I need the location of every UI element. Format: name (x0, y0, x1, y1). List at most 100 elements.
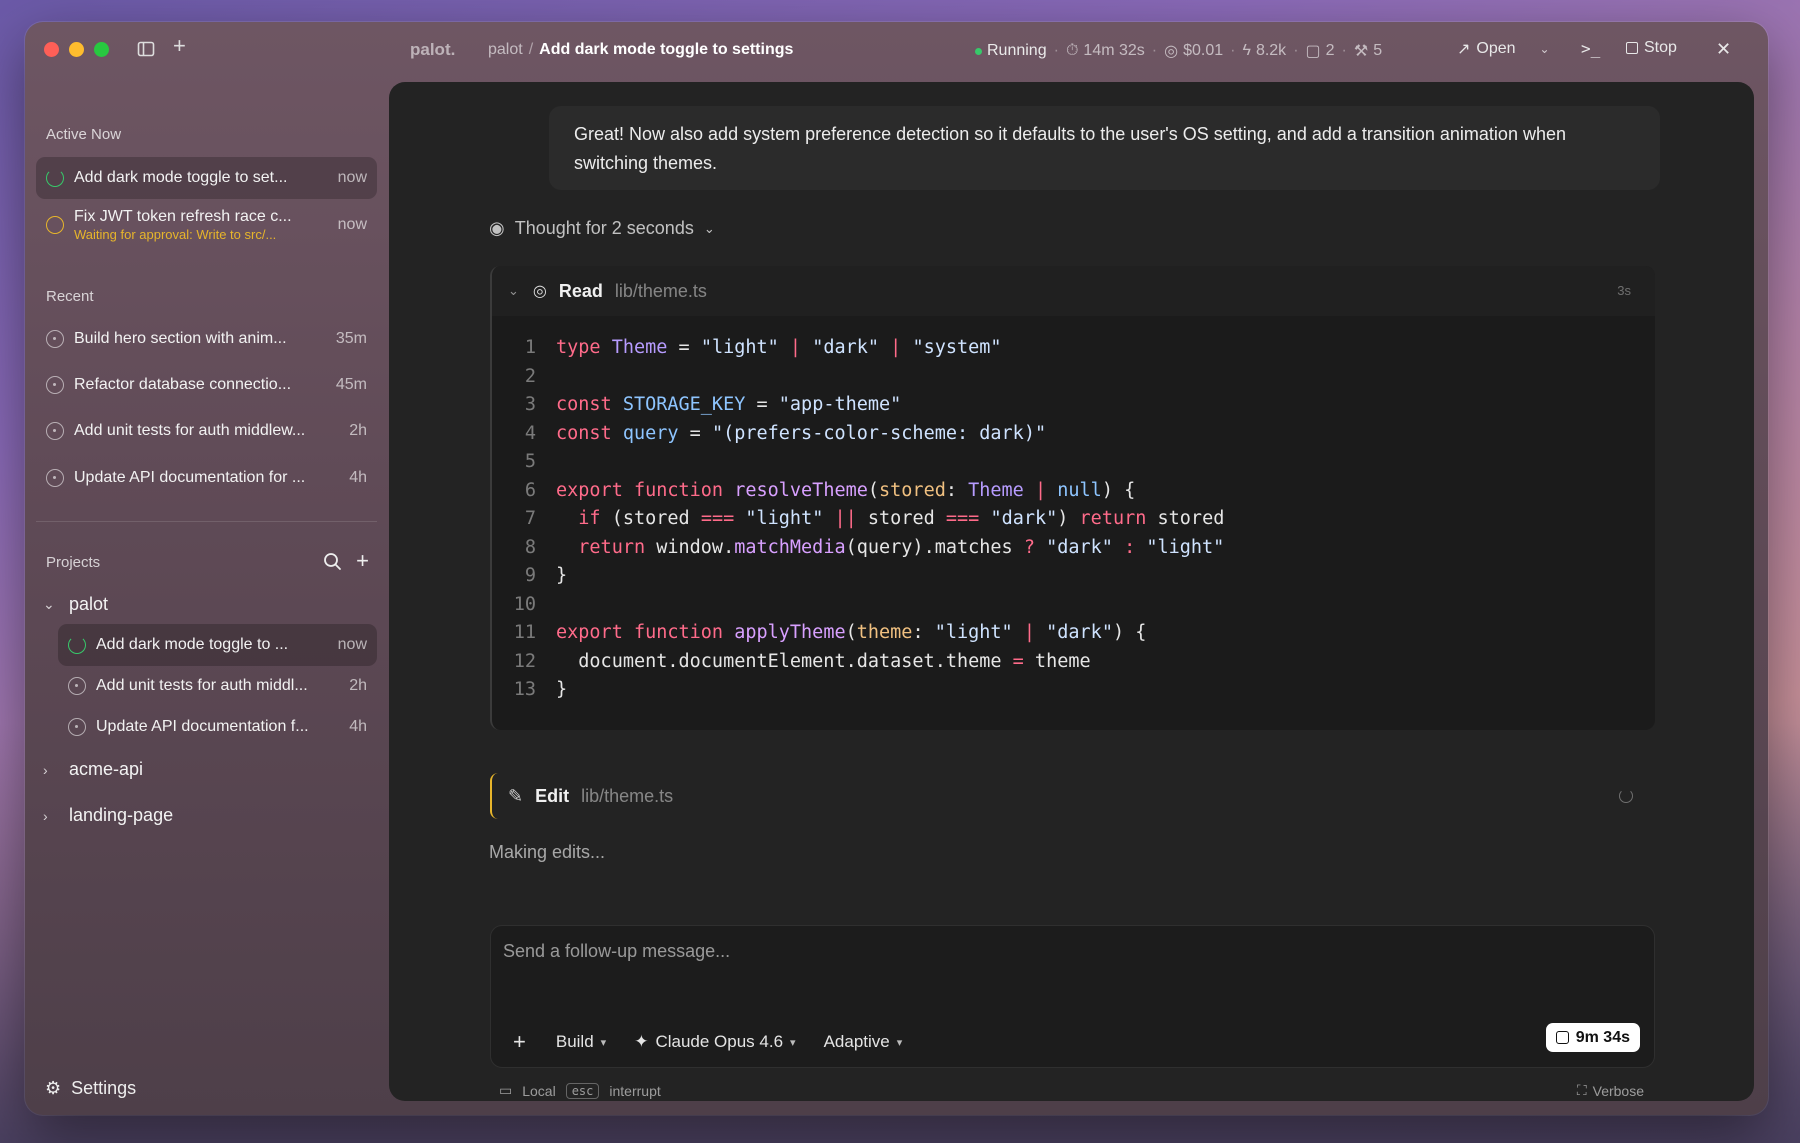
read-tool-header[interactable]: ⌄ ◎ Read lib/theme.ts 3s (492, 266, 1655, 316)
sidebar-divider (36, 521, 377, 522)
session-status-icon (68, 677, 86, 695)
minimize-window-button[interactable] (69, 42, 84, 57)
project-session-item[interactable]: Add dark mode toggle to ... now (58, 624, 377, 666)
sidebar-toggle-icon[interactable] (137, 40, 155, 62)
making-edits-status: Making edits... (489, 842, 606, 862)
code-text: const query = "(prefers-color-scheme: da… (556, 422, 1047, 444)
edit-icon: ✎ (508, 785, 524, 806)
attach-icon[interactable]: + (513, 1029, 526, 1055)
chevron-down-icon[interactable]: ⌄ (1540, 42, 1550, 56)
code-line: 7 if (stored === "light" || stored === "… (492, 505, 1224, 534)
stop-timer-button[interactable]: 9m 34s (1545, 1023, 1640, 1052)
code-text: export function applyTheme(theme: "light… (556, 622, 1147, 643)
code-line: 6 export function resolveTheme(stored: Th… (492, 477, 1224, 506)
code-text: } (556, 565, 568, 586)
code-block: 1 type Theme = "light" | "dark" | "system… (492, 334, 1225, 705)
breadcrumb-separator: / (528, 41, 534, 58)
code-text: export function resolveTheme(stored: The… (556, 479, 1136, 501)
close-window-button[interactable] (44, 42, 59, 57)
recent-session-item[interactable]: Refactor database connectio... 45m (36, 364, 377, 406)
stop-icon (1555, 1031, 1569, 1044)
window-controls (44, 42, 109, 57)
session-status-icon (46, 330, 64, 348)
model-selector[interactable]: ✦ Claude Opus 4.6 ▾ (634, 1032, 795, 1052)
code-text: return window.matchMedia(query).matches … (578, 536, 1225, 558)
title-bar: + palot. palot / Add dark mode toggle to s… (25, 22, 1768, 80)
line-number: 2 (524, 365, 536, 387)
close-icon[interactable]: ✕ (1716, 39, 1731, 60)
recent-session-item[interactable]: Update API documentation for ... 4h (36, 457, 377, 499)
sidebar: Active Now Add dark mode toggle to set..… (25, 80, 387, 1115)
breadcrumb-project[interactable]: palot (488, 41, 523, 58)
thought-toggle[interactable]: ◉ Thought for 2 seconds ⌄ (489, 218, 715, 239)
status-indicator: Running (975, 42, 1047, 60)
line-number: 4 (524, 422, 536, 444)
breadcrumb-session-title: Add dark mode toggle to settings (539, 41, 794, 58)
follow-up-input[interactable] (503, 936, 1603, 966)
chevron-down-icon: ⌄ (508, 283, 519, 298)
running-spinner-icon (46, 169, 64, 187)
line-number: 7 (524, 508, 536, 529)
code-text: if (stored === "light" || stored === "da… (578, 508, 1225, 529)
line-number: 10 (513, 593, 536, 615)
active-now-heading: Active Now (46, 126, 122, 143)
monitor-icon: ▭ (499, 1082, 513, 1098)
search-icon[interactable] (323, 552, 342, 576)
reasoning-selector[interactable]: Adaptive ▾ (824, 1032, 903, 1052)
session-status-icon (68, 718, 86, 736)
open-button[interactable]: ↗ Open ⌄ (1457, 39, 1550, 59)
project-tools: + (323, 550, 369, 576)
clock-icon (46, 216, 64, 234)
project-landing-page[interactable]: › landing-page (43, 805, 173, 826)
read-tool-card: ⌄ ◎ Read lib/theme.ts 3s 1 type Theme = "… (490, 266, 1655, 730)
line-number: 5 (524, 451, 536, 472)
add-project-icon[interactable]: + (356, 550, 369, 576)
code-line: 1 type Theme = "light" | "dark" | "system… (492, 334, 1224, 363)
edit-tool-row[interactable]: ✎ Edit lib/theme.ts (490, 773, 1655, 819)
composer: + Build ▾ ✦ Claude Opus 4.6 ▾ Adaptive ▾… (490, 925, 1655, 1068)
stop-button[interactable]: Stop (1626, 39, 1677, 57)
stop-icon (1626, 42, 1638, 54)
terminal-icon[interactable]: >_ (1581, 39, 1600, 58)
line-number: 13 (513, 679, 536, 700)
location-label[interactable]: Local (522, 1083, 555, 1099)
esc-key-hint: esc (565, 1082, 600, 1099)
running-spinner-icon (68, 636, 86, 654)
new-session-icon[interactable]: + (173, 35, 186, 57)
breadcrumb: palot / Add dark mode toggle to settings (488, 41, 793, 59)
active-session-item[interactable]: Fix JWT token refresh race c... Waiting … (36, 202, 377, 248)
project-session-item[interactable]: Add unit tests for auth middl... 2h (58, 665, 377, 707)
app-window: + palot. palot / Add dark mode toggle to s… (25, 22, 1768, 1115)
recent-session-item[interactable]: Add unit tests for auth middlew... 2h (36, 410, 377, 452)
code-line: 8 return window.matchMedia(query).matche… (492, 534, 1224, 563)
sparkle-icon: ✦ (634, 1032, 649, 1051)
external-link-icon: ↗ (1457, 41, 1471, 58)
session-status-icon (46, 376, 64, 394)
zoom-window-button[interactable] (94, 42, 109, 57)
chevron-down-icon: ⌄ (703, 220, 715, 236)
elapsed-time: ⏱ 14m 32s (1065, 42, 1145, 59)
interrupt-hint: interrupt (609, 1082, 661, 1099)
code-line: 10 (492, 591, 1224, 620)
code-line: 11 export function applyTheme(theme: "lig… (492, 619, 1224, 648)
user-message: Great! Now also add system preference de… (549, 106, 1660, 190)
chevron-down-icon: ▾ (896, 1036, 903, 1049)
verbose-toggle[interactable]: ⛶ Verbose (1577, 1082, 1644, 1099)
timer-icon: ⏱ (1065, 42, 1079, 59)
project-acme-api[interactable]: › acme-api (43, 759, 143, 780)
project-session-item[interactable]: Update API documentation f... 4h (58, 706, 377, 748)
approval-status: Waiting for approval: Write to src/... (74, 227, 277, 242)
message-icon: ▢ (1305, 43, 1321, 60)
chevron-down-icon: ▾ (600, 1036, 607, 1049)
composer-toolbar: + Build ▾ ✦ Claude Opus 4.6 ▾ Adaptive ▾ (513, 1029, 930, 1055)
project-palot[interactable]: ⌄ palot (43, 594, 108, 615)
settings-button[interactable]: ⚙ Settings (45, 1078, 136, 1099)
recent-session-item[interactable]: Build hero section with anim... 35m (36, 318, 377, 360)
chevron-right-icon: › (43, 761, 48, 778)
running-dot-icon (975, 47, 982, 55)
mode-selector[interactable]: Build ▾ (556, 1032, 606, 1052)
chevron-down-icon: ⌄ (43, 596, 55, 612)
active-session-item[interactable]: Add dark mode toggle to set... now (36, 157, 377, 199)
app-brand: palot. (410, 40, 456, 59)
code-text: } (556, 679, 568, 700)
